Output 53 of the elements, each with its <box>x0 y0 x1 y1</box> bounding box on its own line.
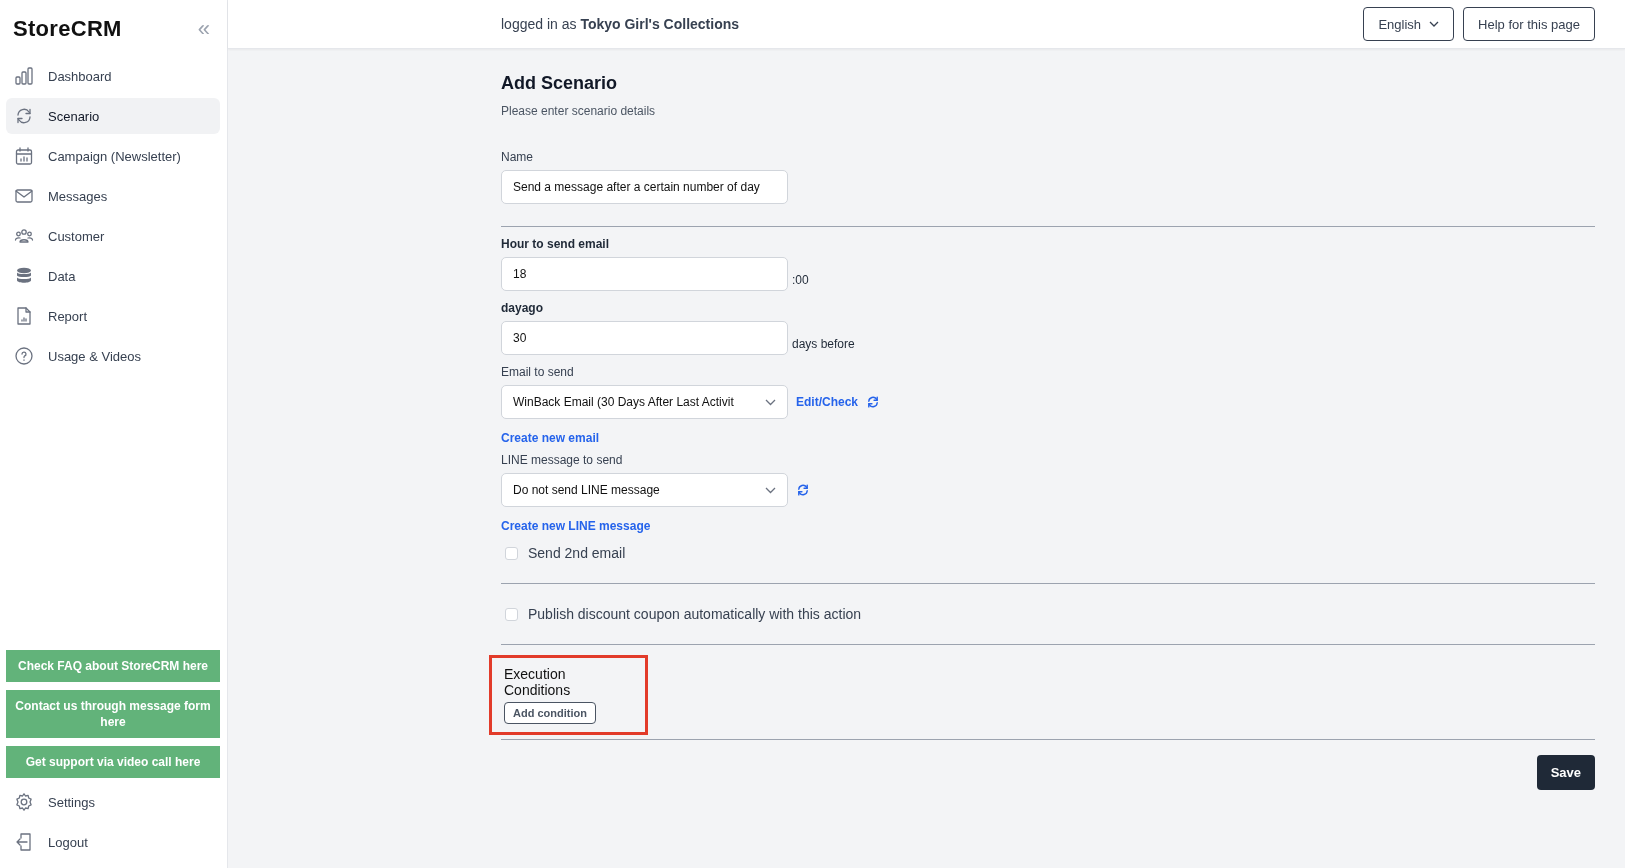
unit-label: days before <box>792 337 855 353</box>
input-field[interactable]: 30 <box>501 321 788 355</box>
envelope-icon <box>14 186 34 206</box>
checkbox[interactable] <box>505 546 518 560</box>
nav-item[interactable]: Usage & Videos <box>6 338 220 374</box>
login-status: logged in as Tokyo Girl's Collections <box>501 16 740 32</box>
nav-item[interactable]: Logout <box>6 824 220 860</box>
document-icon <box>14 306 34 326</box>
checkbox-label: Send 2nd email <box>528 545 626 561</box>
create-line-link[interactable]: Create new LINE message <box>501 519 1595 533</box>
caret-icon <box>1429 21 1440 27</box>
users-icon <box>14 226 34 246</box>
refresh-icon <box>14 106 34 126</box>
create-email-link[interactable]: Create new email <box>501 431 1595 445</box>
caret-icon <box>765 486 776 494</box>
calendar-icon <box>14 146 34 166</box>
logout-icon <box>14 832 34 852</box>
input-field[interactable]: 18 <box>501 257 788 291</box>
bar-chart-icon <box>14 66 34 86</box>
page-title: Add Scenario <box>501 73 619 94</box>
field-label: LINE message to send <box>501 453 624 467</box>
checkbox[interactable] <box>505 607 518 621</box>
field-label: Hour to send email <box>501 237 611 251</box>
nav-item[interactable]: Messages <box>6 178 220 214</box>
unit-label: :00 <box>792 273 809 289</box>
edit-check-link[interactable]: Edit/Check <box>796 395 858 409</box>
nav-item[interactable]: Campaign (Newsletter) <box>6 138 220 174</box>
language-dropdown[interactable]: English <box>1363 7 1455 41</box>
dropdown-field[interactable]: Do not send LINE message <box>501 473 788 507</box>
field-label: Name <box>501 150 534 164</box>
nav-item[interactable]: Report <box>6 298 220 334</box>
refresh-icon[interactable] <box>866 395 880 409</box>
help-button[interactable]: Help for this page <box>1463 7 1595 41</box>
section-title: Execution Conditions <box>504 666 572 698</box>
add-condition-button[interactable]: Add condition <box>504 702 596 724</box>
page-subtitle: Please enter scenario details <box>501 104 657 118</box>
dropdown-field[interactable]: WinBack Email (30 Days After Last Activit <box>501 385 788 419</box>
nav-item[interactable]: Scenario <box>6 98 220 134</box>
input-field[interactable]: Send a message after a certain number of day <box>501 170 788 204</box>
nav-item[interactable]: Dashboard <box>6 58 220 94</box>
field-label: dayago <box>501 301 544 315</box>
caret-icon <box>765 398 776 406</box>
logo: StoreCRM <box>13 16 122 42</box>
refresh-icon[interactable] <box>796 483 810 497</box>
database-icon <box>14 266 34 286</box>
nav-item[interactable]: Settings <box>6 784 220 820</box>
nav-item[interactable]: Data <box>6 258 220 294</box>
field-label: Email to send <box>501 365 575 379</box>
save-button[interactable]: Save <box>1536 755 1595 790</box>
settings-icon <box>14 792 34 812</box>
checkbox-label: Publish discount coupon automatically with this action <box>528 606 862 622</box>
nav-item[interactable]: Customer <box>6 218 220 254</box>
question-circle-icon <box>14 346 34 366</box>
